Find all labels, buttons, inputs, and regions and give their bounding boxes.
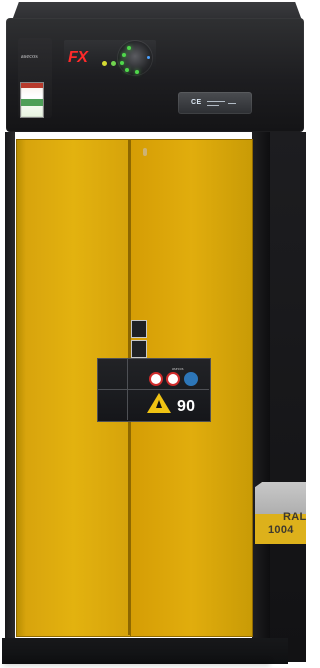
no-fire-icon [149, 372, 163, 386]
screen-red-band [21, 83, 43, 88]
fx-series-label: FX [68, 49, 88, 66]
ce-mark-icon: CE [191, 99, 202, 106]
indicator-green-icon [111, 61, 116, 66]
floor-shadow [4, 660, 270, 666]
label-divider-horizontal [97, 389, 209, 390]
indicator-yellow-icon [102, 61, 107, 66]
indicator-blue-icon [147, 56, 150, 59]
fire-rating-label: 90 [177, 398, 196, 415]
door-handle-upper[interactable] [131, 320, 147, 338]
ral-label: RAL [283, 511, 307, 523]
dial-led-1 [127, 46, 131, 50]
ce-panel-line-3 [228, 103, 236, 104]
display-screen [20, 82, 44, 118]
instruction-icon [184, 372, 198, 386]
ce-mark-panel [178, 92, 252, 114]
ce-panel-line-1 [207, 101, 225, 102]
no-smoking-icon [166, 372, 180, 386]
screen-green-band [21, 99, 43, 106]
product-stage: asecos FX CE asecos 90 RAL 1004 [0, 0, 306, 668]
dial-led-4 [125, 68, 129, 72]
right-side-panel [270, 132, 306, 662]
ral-code: 1004 [268, 524, 294, 536]
top-brand-label: asecos [21, 54, 38, 60]
left-frame-post [5, 132, 15, 662]
label-brand: asecos [172, 366, 184, 371]
label-divider-vertical [127, 358, 128, 420]
ce-panel-line-2 [207, 105, 219, 106]
right-frame-post [252, 132, 270, 662]
door-handle-lower[interactable] [131, 340, 147, 358]
door-lock-icon [143, 148, 147, 156]
dial-led-5 [135, 70, 139, 74]
dial-led-3 [120, 61, 124, 65]
dial-led-2 [122, 53, 126, 57]
ral-swatch-top [255, 482, 306, 514]
